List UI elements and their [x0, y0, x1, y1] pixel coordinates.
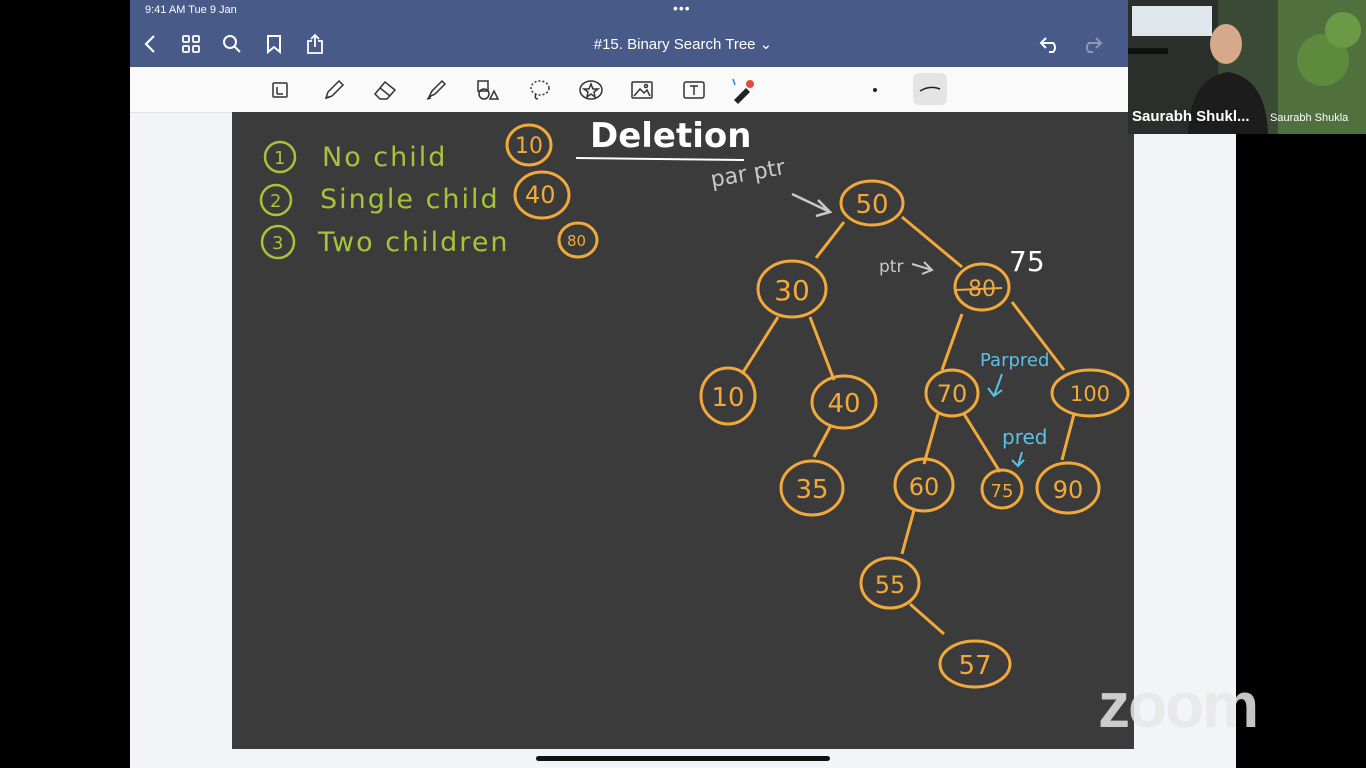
tree-node: 10 — [699, 366, 757, 426]
highlighter-icon[interactable] — [422, 76, 450, 104]
participant-video-tile[interactable]: Saurabh Shukl... Saurabh Shukla — [1128, 0, 1366, 134]
tree-node: 40 — [810, 374, 878, 430]
participant-caption: Saurabh Shukla — [1270, 112, 1349, 124]
document-title[interactable]: #15. Binary Search Tree ⌄ — [130, 35, 1236, 53]
node-label: 10 — [711, 383, 744, 413]
node-label: 35 — [795, 475, 828, 505]
node-label: 57 — [958, 651, 991, 681]
node-label: 90 — [1053, 476, 1084, 504]
laser-icon[interactable] — [730, 76, 758, 104]
pen-icon[interactable] — [320, 76, 348, 104]
participant-name: Saurabh Shukl... — [1132, 108, 1250, 125]
ptr-arrow — [911, 261, 934, 275]
tree-node: 100 — [1050, 368, 1130, 418]
node-label: 55 — [875, 571, 906, 599]
image-icon[interactable] — [628, 76, 656, 104]
tree-node: 70 — [924, 368, 980, 418]
tree-node: 57 — [938, 639, 1012, 689]
heading-text: Deletion — [590, 116, 751, 156]
node-label: 70 — [937, 380, 968, 408]
lasso-icon[interactable] — [526, 76, 554, 104]
tree-nodes: 50 30 80 10 40 70 100 35 60 75 90 55 57 — [699, 179, 1130, 689]
eraser-icon[interactable] — [371, 76, 399, 104]
page-icon[interactable] — [266, 76, 294, 104]
ptr-label: ptr — [879, 257, 903, 277]
case-1-label: No child — [322, 142, 447, 173]
case-2-label: Single child — [320, 184, 500, 215]
node-label: 50 — [855, 190, 888, 220]
pred-label: pred — [1002, 425, 1047, 449]
note-canvas[interactable]: Deletion 1 2 3 No child Single child Two… — [232, 112, 1134, 749]
undo-icon[interactable] — [1038, 32, 1062, 56]
tree-node: 60 — [893, 457, 955, 513]
case-1-example: 10 — [515, 134, 543, 159]
replacement-value: 75 — [1009, 245, 1045, 278]
node-label: 75 — [991, 481, 1014, 502]
pred-arrow — [1011, 451, 1025, 468]
zoom-logo: zoom — [1098, 669, 1259, 741]
node-label: 60 — [909, 473, 940, 501]
node-label: 100 — [1070, 382, 1110, 406]
tree-node: 55 — [859, 556, 921, 610]
par-ptr-arrow — [791, 192, 833, 218]
case-3-label: Two children — [317, 227, 510, 258]
text-icon[interactable] — [680, 76, 708, 104]
status-time: 9:41 AM Tue 9 Jan — [145, 4, 237, 16]
tree-node: 80 — [953, 262, 1011, 312]
tree-node: 90 — [1035, 461, 1101, 515]
shapes-icon[interactable] — [473, 76, 501, 104]
redo-icon[interactable] — [1080, 32, 1104, 56]
drawing-toolbar — [130, 67, 1236, 113]
case-1-number: 1 — [274, 148, 285, 169]
tree-node: 50 — [839, 179, 905, 227]
nav-bar: #15. Binary Search Tree ⌄ — [130, 22, 1236, 67]
pen-size-stroke-icon[interactable] — [913, 73, 947, 105]
case-3-example: 80 — [567, 232, 586, 250]
tree-node: 75 — [980, 468, 1024, 510]
parpred-arrow — [987, 373, 1003, 398]
heading-underline — [575, 157, 745, 161]
tree-node: 35 — [779, 459, 845, 517]
case-2-example: 40 — [525, 181, 556, 209]
multitask-dots[interactable]: ••• — [673, 0, 691, 16]
ipad-screen: 9:41 AM Tue 9 Jan ••• #15. Binary Search… — [130, 0, 1236, 768]
status-bar: 9:41 AM Tue 9 Jan ••• — [130, 0, 1236, 22]
tree-node: 30 — [756, 259, 828, 319]
pen-size-small-icon[interactable] — [861, 76, 889, 104]
parpred-label: Parpred — [980, 350, 1049, 371]
par-ptr-label: par ptr — [709, 155, 788, 193]
sticker-icon[interactable] — [577, 76, 605, 104]
node-label: 40 — [827, 389, 860, 419]
home-indicator[interactable] — [536, 756, 830, 761]
case-3-number: 3 — [272, 233, 283, 254]
case-2-number: 2 — [270, 191, 281, 212]
handwriting-layer: Deletion 1 2 3 No child Single child Two… — [259, 116, 1130, 689]
node-label: 30 — [774, 274, 810, 307]
